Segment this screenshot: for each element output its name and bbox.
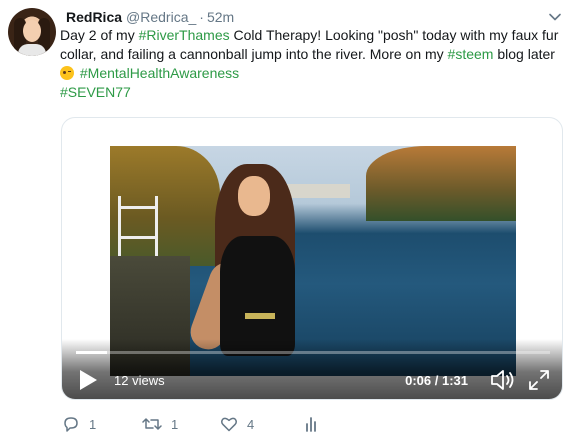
- retweet-count: 1: [171, 416, 179, 432]
- video-timecode: 0:06 / 1:31: [405, 373, 468, 388]
- reply-button[interactable]: 1: [62, 415, 96, 433]
- author-name[interactable]: RedRica: [66, 9, 122, 25]
- volume-icon[interactable]: [490, 368, 516, 392]
- video-scene-trees: [366, 146, 516, 221]
- video-scene-person: [245, 313, 275, 319]
- video-player[interactable]: 12 views 0:06 / 1:31: [61, 117, 563, 400]
- chevron-down-icon[interactable]: [548, 10, 562, 24]
- retweet-button[interactable]: 1: [142, 415, 178, 433]
- video-controls: 12 views 0:06 / 1:31: [62, 339, 562, 399]
- hashtag-link[interactable]: #RiverThames: [139, 27, 230, 43]
- video-progress-fill: [76, 351, 108, 354]
- hashtag-link[interactable]: #MentalHealthAwareness: [80, 65, 239, 81]
- fullscreen-icon[interactable]: [528, 369, 550, 391]
- video-scene-person: [220, 236, 295, 356]
- tweet-text: Day 2 of my #RiverThames Cold Therapy! L…: [60, 26, 566, 102]
- video-view-count: 12 views: [114, 373, 165, 388]
- avatar-shirt: [18, 44, 46, 56]
- reply-icon: [64, 417, 78, 432]
- tweet-header: RedRica @Redrica_ · 52m: [66, 9, 234, 27]
- hashtag-link[interactable]: #steem: [448, 46, 494, 62]
- like-icon: [221, 417, 237, 432]
- tweet: RedRica @Redrica_ · 52m Day 2 of my #Riv…: [0, 0, 572, 441]
- avatar-face: [23, 20, 41, 42]
- video-progress-bar[interactable]: [76, 351, 550, 354]
- video-scene-person: [238, 176, 270, 216]
- analytics-button[interactable]: [304, 415, 320, 433]
- play-icon[interactable]: [78, 369, 98, 391]
- like-button[interactable]: 4: [220, 415, 254, 433]
- author-handle[interactable]: @Redrica_: [126, 9, 196, 25]
- reply-count: 1: [89, 416, 97, 432]
- like-count: 4: [247, 416, 255, 432]
- wink-emoji-icon: [60, 66, 74, 80]
- avatar[interactable]: [8, 8, 56, 56]
- tweet-text-segment: blog later: [493, 46, 555, 62]
- tweet-text-segment: Day 2 of my: [60, 27, 139, 43]
- separator-dot: ·: [199, 9, 204, 25]
- retweet-icon: [142, 418, 162, 430]
- tweet-timestamp[interactable]: 52m: [207, 9, 234, 25]
- hashtag-link[interactable]: #SEVEN77: [60, 84, 131, 100]
- analytics-icon: [306, 417, 316, 432]
